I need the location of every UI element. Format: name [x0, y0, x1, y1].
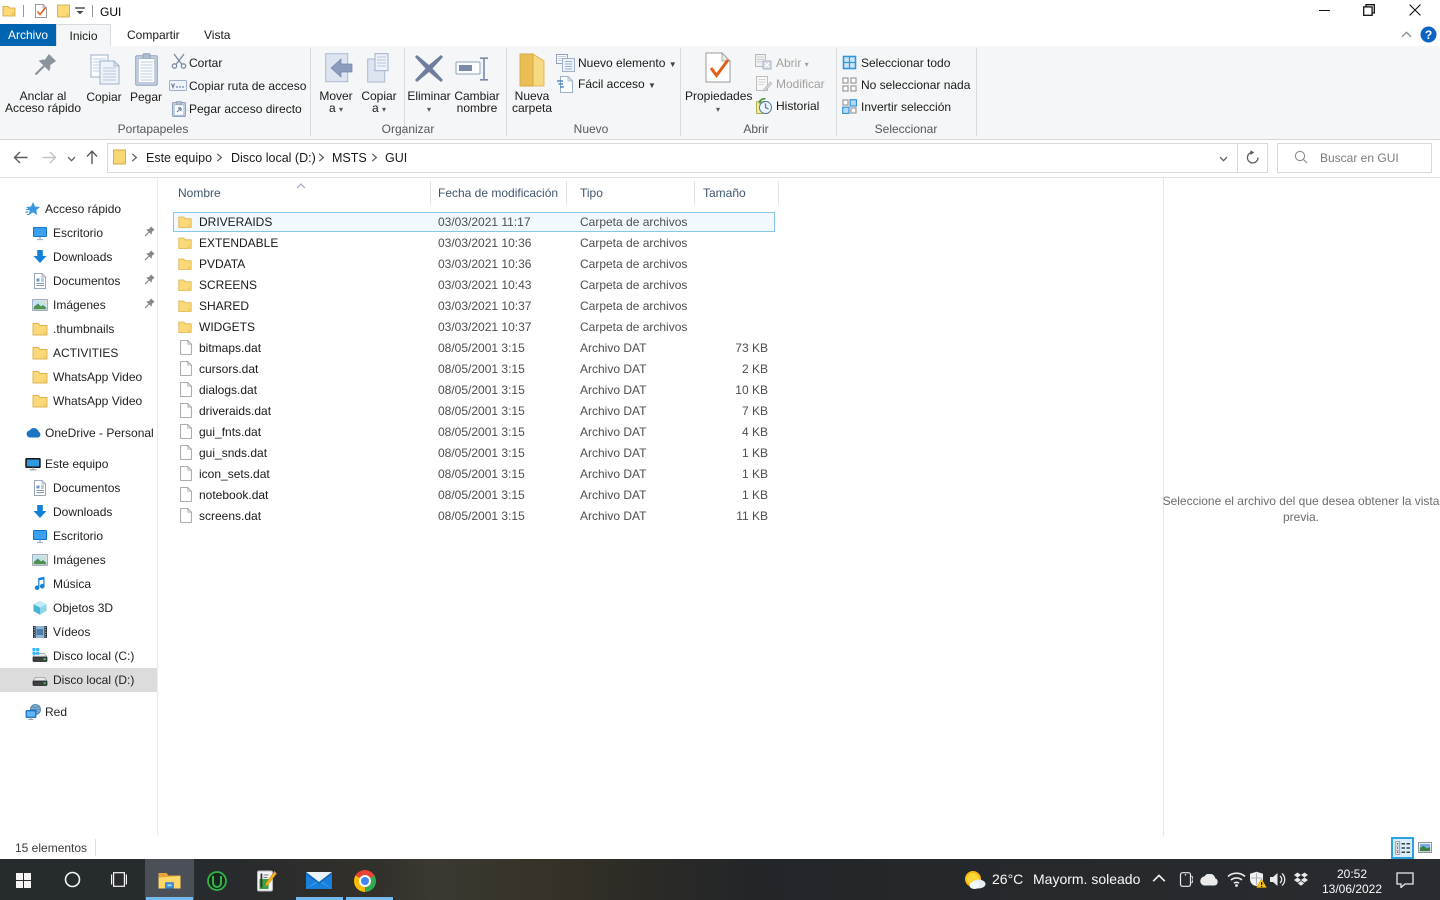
svg-text:?: ? [1425, 28, 1432, 42]
